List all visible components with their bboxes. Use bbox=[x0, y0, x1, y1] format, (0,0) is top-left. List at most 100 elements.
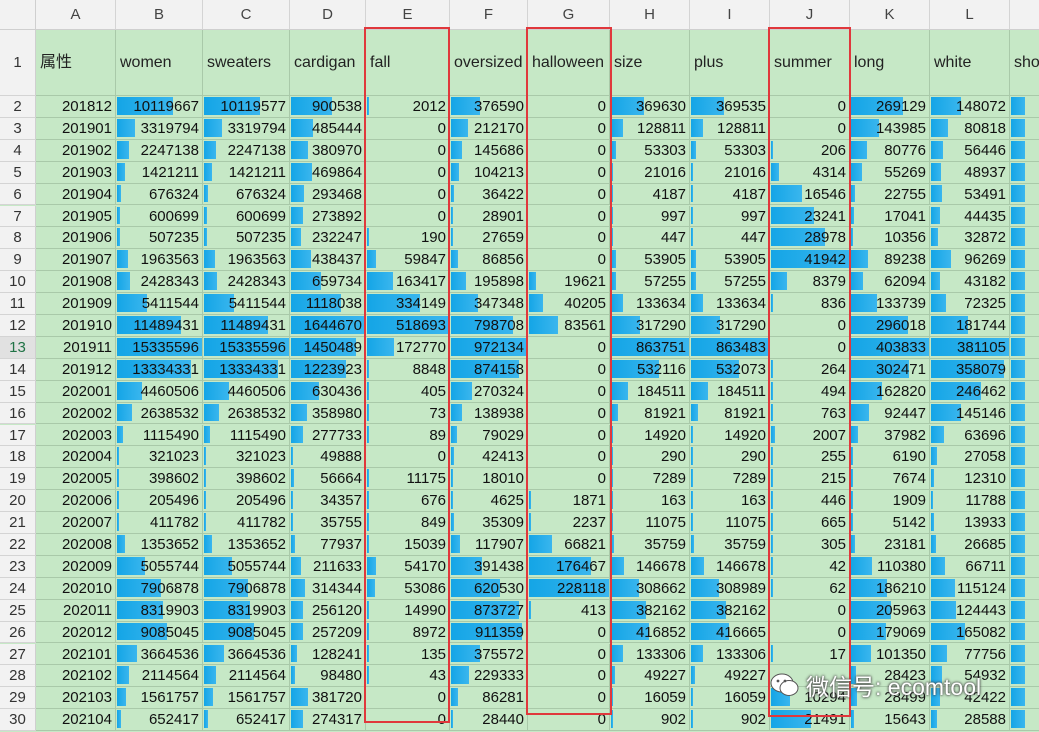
cell-h18[interactable]: 290 bbox=[610, 446, 690, 469]
cell-f3[interactable]: 212170 bbox=[450, 117, 528, 140]
cell-l21[interactable]: 13933 bbox=[930, 512, 1010, 534]
column-header-c[interactable]: C bbox=[203, 0, 290, 30]
header-cell-2[interactable]: sweaters bbox=[203, 30, 290, 96]
cell-a2[interactable]: 201812 bbox=[36, 96, 116, 118]
cell-a11[interactable]: 201909 bbox=[36, 293, 116, 315]
cell-b10[interactable]: 2428343 bbox=[116, 271, 203, 294]
cell-h15[interactable]: 184511 bbox=[610, 380, 690, 403]
cell-k22[interactable]: 23181 bbox=[850, 534, 930, 556]
cell-d6[interactable]: 293468 bbox=[290, 183, 366, 206]
cell-a3[interactable]: 201901 bbox=[36, 117, 116, 140]
cell-f17[interactable]: 79029 bbox=[450, 424, 528, 447]
cell-l12[interactable]: 181744 bbox=[930, 315, 1010, 337]
cell-h11[interactable]: 133634 bbox=[610, 293, 690, 315]
cell-l6[interactable]: 53491 bbox=[930, 183, 1010, 206]
cell-m8[interactable] bbox=[1010, 227, 1039, 250]
cell-m4[interactable] bbox=[1010, 139, 1039, 162]
cell-c2[interactable]: 10119577 bbox=[203, 96, 290, 118]
cell-b26[interactable]: 9085045 bbox=[116, 621, 203, 644]
cell-d4[interactable]: 380970 bbox=[290, 139, 366, 162]
cell-a25[interactable]: 202011 bbox=[36, 599, 116, 622]
cell-m6[interactable] bbox=[1010, 183, 1039, 206]
cell-i27[interactable]: 133306 bbox=[690, 643, 770, 666]
cell-g3[interactable]: 0 bbox=[528, 117, 610, 140]
cell-f16[interactable]: 138938 bbox=[450, 402, 528, 425]
cell-a29[interactable]: 202103 bbox=[36, 687, 116, 710]
cell-m27[interactable] bbox=[1010, 643, 1039, 666]
cell-l14[interactable]: 358079 bbox=[930, 358, 1010, 381]
cell-d13[interactable]: 1450489 bbox=[290, 336, 366, 359]
row-header-4[interactable]: 4 bbox=[0, 139, 36, 162]
cell-j27[interactable]: 17 bbox=[770, 643, 850, 666]
cell-g30[interactable]: 0 bbox=[528, 709, 610, 732]
cell-e15[interactable]: 405 bbox=[366, 380, 450, 403]
cell-e21[interactable]: 849 bbox=[366, 512, 450, 534]
cell-b24[interactable]: 7906878 bbox=[116, 577, 203, 600]
cell-j26[interactable]: 0 bbox=[770, 621, 850, 644]
cell-g8[interactable]: 0 bbox=[528, 227, 610, 250]
cell-h25[interactable]: 382162 bbox=[610, 599, 690, 622]
cell-b4[interactable]: 2247138 bbox=[116, 139, 203, 162]
cell-m17[interactable] bbox=[1010, 424, 1039, 447]
cell-h2[interactable]: 369630 bbox=[610, 96, 690, 118]
cell-h10[interactable]: 57255 bbox=[610, 271, 690, 294]
header-cell-7[interactable]: size bbox=[610, 30, 690, 96]
cell-k9[interactable]: 89238 bbox=[850, 249, 930, 272]
cell-f6[interactable]: 36422 bbox=[450, 183, 528, 206]
cell-i7[interactable]: 997 bbox=[690, 205, 770, 228]
cell-g28[interactable]: 0 bbox=[528, 665, 610, 688]
cell-d30[interactable]: 274317 bbox=[290, 709, 366, 732]
column-header-g[interactable]: G bbox=[528, 0, 610, 30]
cell-j19[interactable]: 215 bbox=[770, 468, 850, 491]
cell-e19[interactable]: 11175 bbox=[366, 468, 450, 491]
cell-m7[interactable] bbox=[1010, 205, 1039, 228]
cell-c20[interactable]: 205496 bbox=[203, 490, 290, 513]
cell-d19[interactable]: 56664 bbox=[290, 468, 366, 491]
cell-e4[interactable]: 0 bbox=[366, 139, 450, 162]
header-cell-3[interactable]: cardigan bbox=[290, 30, 366, 96]
cell-b5[interactable]: 1421211 bbox=[116, 161, 203, 184]
cell-k21[interactable]: 5142 bbox=[850, 512, 930, 534]
cell-c28[interactable]: 2114564 bbox=[203, 665, 290, 688]
spreadsheet-grid[interactable]: ABCDEFGHIJKL 1 属性 women sweaters cardigan fal… bbox=[0, 0, 1039, 732]
cell-d27[interactable]: 128241 bbox=[290, 643, 366, 666]
cell-m18[interactable] bbox=[1010, 446, 1039, 469]
cell-f22[interactable]: 117907 bbox=[450, 534, 528, 556]
cell-k20[interactable]: 1909 bbox=[850, 490, 930, 513]
cell-c21[interactable]: 411782 bbox=[203, 512, 290, 534]
cell-d17[interactable]: 277733 bbox=[290, 424, 366, 447]
cell-j6[interactable]: 16546 bbox=[770, 183, 850, 206]
cell-h7[interactable]: 997 bbox=[610, 205, 690, 228]
cell-h22[interactable]: 35759 bbox=[610, 534, 690, 556]
cell-k27[interactable]: 101350 bbox=[850, 643, 930, 666]
column-header-d[interactable]: D bbox=[290, 0, 366, 30]
cell-k4[interactable]: 80776 bbox=[850, 139, 930, 162]
row-header-10[interactable]: 10 bbox=[0, 271, 36, 294]
cell-g4[interactable]: 0 bbox=[528, 139, 610, 162]
cell-g19[interactable]: 0 bbox=[528, 468, 610, 491]
row-header-25[interactable]: 25 bbox=[0, 599, 36, 622]
cell-m11[interactable] bbox=[1010, 293, 1039, 315]
cell-c30[interactable]: 652417 bbox=[203, 709, 290, 732]
cell-b11[interactable]: 5411544 bbox=[116, 293, 203, 315]
cell-a23[interactable]: 202009 bbox=[36, 555, 116, 578]
cell-b14[interactable]: 13334331 bbox=[116, 358, 203, 381]
cell-c10[interactable]: 2428343 bbox=[203, 271, 290, 294]
cell-e25[interactable]: 14990 bbox=[366, 599, 450, 622]
cell-l7[interactable]: 44435 bbox=[930, 205, 1010, 228]
cell-e24[interactable]: 53086 bbox=[366, 577, 450, 600]
cell-h16[interactable]: 81921 bbox=[610, 402, 690, 425]
cell-a30[interactable]: 202104 bbox=[36, 709, 116, 732]
row-header-7[interactable]: 7 bbox=[0, 205, 36, 228]
cell-i21[interactable]: 11075 bbox=[690, 512, 770, 534]
cell-i6[interactable]: 4187 bbox=[690, 183, 770, 206]
cell-m5[interactable] bbox=[1010, 161, 1039, 184]
cell-d18[interactable]: 49888 bbox=[290, 446, 366, 469]
cell-b30[interactable]: 652417 bbox=[116, 709, 203, 732]
cell-f27[interactable]: 375572 bbox=[450, 643, 528, 666]
row-header-24[interactable]: 24 bbox=[0, 577, 36, 600]
cell-i9[interactable]: 53905 bbox=[690, 249, 770, 272]
cell-k12[interactable]: 296018 bbox=[850, 315, 930, 337]
cell-l30[interactable]: 28588 bbox=[930, 709, 1010, 732]
cell-g23[interactable]: 176467 bbox=[528, 555, 610, 578]
